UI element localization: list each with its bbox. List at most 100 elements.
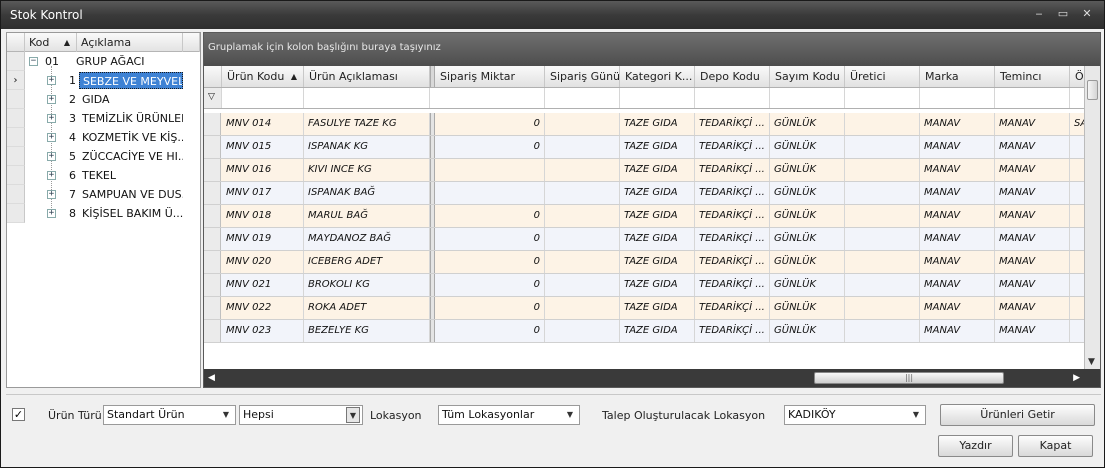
expand-icon[interactable]: + bbox=[47, 95, 56, 104]
cell-day[interactable] bbox=[545, 251, 620, 273]
group-by-panel[interactable]: Gruplamak için kolon başlığını buraya ta… bbox=[204, 33, 1100, 66]
cell-extra[interactable] bbox=[1070, 182, 1084, 204]
cell-marka[interactable]: MANAV bbox=[920, 113, 995, 135]
cell-qty[interactable]: 0 bbox=[435, 113, 545, 135]
cell-extra[interactable] bbox=[1070, 159, 1084, 181]
cell-code[interactable]: MNV 015 bbox=[222, 136, 304, 158]
cell-desc[interactable]: ICEBERG ADET bbox=[304, 251, 430, 273]
row-indicator[interactable] bbox=[204, 297, 221, 319]
grid-column-header-cell[interactable]: Sipariş Miktar bbox=[435, 66, 545, 87]
cell-desc[interactable]: BEZELYE KG bbox=[304, 320, 430, 342]
cell-marka[interactable]: MANAV bbox=[920, 251, 995, 273]
table-row[interactable]: MNV 016 KIVI INCE KG TAZE GIDA TEDARİKÇİ ..… bbox=[204, 159, 1084, 182]
grid-column-header-cell[interactable]: Marka bbox=[920, 66, 995, 87]
cell-extra[interactable] bbox=[1070, 274, 1084, 296]
filter-cell[interactable] bbox=[695, 88, 770, 108]
horizontal-scroll-thumb[interactable]: ||| bbox=[814, 372, 1004, 384]
filter-cell[interactable] bbox=[995, 88, 1070, 108]
cell-extra[interactable] bbox=[1070, 205, 1084, 227]
grid-vertical-scrollbar[interactable]: ▼ bbox=[1084, 66, 1100, 369]
cell-depo[interactable]: TEDARİKÇİ ... bbox=[695, 251, 770, 273]
cell-code[interactable]: MNV 023 bbox=[222, 320, 304, 342]
maximize-icon[interactable]: ▭ bbox=[1054, 6, 1072, 22]
cell-cat[interactable]: TAZE GIDA bbox=[620, 159, 695, 181]
chevron-down-icon[interactable]: ▼ bbox=[909, 407, 923, 423]
cell-day[interactable] bbox=[545, 228, 620, 250]
cell-day[interactable] bbox=[545, 136, 620, 158]
row-indicator[interactable] bbox=[204, 182, 221, 204]
cell-extra[interactable] bbox=[1070, 251, 1084, 273]
cell-depo[interactable]: TEDARİKÇİ ... bbox=[695, 159, 770, 181]
tree-item[interactable]: +5 ZÜCCACİYE VE HI... bbox=[7, 147, 200, 166]
urunleri-getir-button[interactable]: Ürünleri Getir bbox=[940, 404, 1095, 426]
grid-column-header-cell[interactable]: Üretici bbox=[845, 66, 920, 87]
cell-desc[interactable]: ISPANAK BAĞ bbox=[304, 182, 430, 204]
group-tree[interactable]: Kod ▲ Açıklama − 01 GRUP AĞACI › +1 SEBZE … bbox=[6, 32, 201, 388]
grid-column-header-cell[interactable]: Temincı bbox=[995, 66, 1070, 87]
cell-marka[interactable]: MANAV bbox=[920, 274, 995, 296]
cell-code[interactable]: MNV 021 bbox=[222, 274, 304, 296]
grid-column-header-cell[interactable]: Kategori K... bbox=[620, 66, 695, 87]
table-row[interactable]: MNV 019 MAYDANOZ BAĞ 0 TAZE GIDA TEDARİKÇİ .… bbox=[204, 228, 1084, 251]
filter-cell[interactable] bbox=[620, 88, 695, 108]
grid-column-header-cell[interactable]: Ö bbox=[1070, 66, 1084, 87]
cell-marka[interactable]: MANAV bbox=[920, 205, 995, 227]
close-button[interactable]: Kapat bbox=[1018, 435, 1093, 457]
cell-depo[interactable]: TEDARİKÇİ ... bbox=[695, 297, 770, 319]
cell-sayim[interactable]: GÜNLÜK bbox=[770, 159, 845, 181]
cell-cat[interactable]: TAZE GIDA bbox=[620, 136, 695, 158]
tree-header-desc[interactable]: Açıklama bbox=[77, 33, 183, 52]
filter-cell[interactable] bbox=[222, 88, 304, 108]
cell-qty[interactable]: 0 bbox=[435, 205, 545, 227]
minimize-icon[interactable]: ‒ bbox=[1030, 6, 1048, 22]
cell-uretici[interactable] bbox=[845, 205, 920, 227]
chevron-down-icon[interactable]: ▼ bbox=[563, 407, 577, 423]
cell-qty[interactable]: 0 bbox=[435, 251, 545, 273]
cell-day[interactable] bbox=[545, 182, 620, 204]
cell-marka[interactable]: MANAV bbox=[920, 159, 995, 181]
cell-temin[interactable]: MANAV bbox=[995, 251, 1070, 273]
lokasyon-select[interactable]: Tüm Lokasyonlar ▼ bbox=[438, 405, 580, 425]
cell-uretici[interactable] bbox=[845, 182, 920, 204]
cell-cat[interactable]: TAZE GIDA bbox=[620, 320, 695, 342]
column-splitter[interactable] bbox=[430, 66, 435, 87]
cell-sayim[interactable]: GÜNLÜK bbox=[770, 320, 845, 342]
cell-temin[interactable]: MANAV bbox=[995, 113, 1070, 135]
table-row[interactable]: MNV 021 BROKOLI KG 0 TAZE GIDA TEDARİKÇİ ...… bbox=[204, 274, 1084, 297]
cell-uretici[interactable] bbox=[845, 113, 920, 135]
expand-icon[interactable]: + bbox=[47, 190, 56, 199]
cell-code[interactable]: MNV 020 bbox=[222, 251, 304, 273]
cell-qty[interactable] bbox=[435, 182, 545, 204]
print-button[interactable]: Yazdır bbox=[938, 435, 1013, 457]
cell-sayim[interactable]: GÜNLÜK bbox=[770, 136, 845, 158]
cell-code[interactable]: MNV 014 bbox=[222, 113, 304, 135]
collapse-icon[interactable]: − bbox=[29, 57, 38, 66]
grid-filter-row[interactable]: ▽ bbox=[204, 88, 1084, 109]
scroll-down-icon[interactable]: ▼ bbox=[1088, 357, 1095, 367]
cell-temin[interactable]: MANAV bbox=[995, 159, 1070, 181]
chevron-down-icon[interactable]: ▼ bbox=[219, 407, 233, 423]
cell-marka[interactable]: MANAV bbox=[920, 182, 995, 204]
filter-cell[interactable] bbox=[920, 88, 995, 108]
scroll-left-icon[interactable]: ◀ bbox=[208, 373, 215, 383]
cell-qty[interactable]: 0 bbox=[435, 228, 545, 250]
cell-sayim[interactable]: GÜNLÜK bbox=[770, 251, 845, 273]
cell-desc[interactable]: ROKA ADET bbox=[304, 297, 430, 319]
cell-marka[interactable]: MANAV bbox=[920, 228, 995, 250]
table-row[interactable]: MNV 014 FASULYE TAZE KG 0 TAZE GIDA TEDARİKÇ… bbox=[204, 113, 1084, 136]
cell-desc[interactable]: ISPANAK KG bbox=[304, 136, 430, 158]
cell-day[interactable] bbox=[545, 320, 620, 342]
table-row[interactable]: MNV 022 ROKA ADET 0 TAZE GIDA TEDARİKÇİ ... G… bbox=[204, 297, 1084, 320]
cell-cat[interactable]: TAZE GIDA bbox=[620, 205, 695, 227]
cell-day[interactable] bbox=[545, 113, 620, 135]
cell-temin[interactable]: MANAV bbox=[995, 320, 1070, 342]
cell-extra[interactable] bbox=[1070, 136, 1084, 158]
hepsi-select[interactable]: Hepsi ▼ bbox=[239, 405, 363, 425]
cell-sayim[interactable]: GÜNLÜK bbox=[770, 228, 845, 250]
cell-sayim[interactable]: GÜNLÜK bbox=[770, 274, 845, 296]
cell-sayim[interactable]: GÜNLÜK bbox=[770, 205, 845, 227]
tree-item[interactable]: › +1SEBZE VE MEYVELER bbox=[7, 71, 200, 90]
cell-uretici[interactable] bbox=[845, 297, 920, 319]
grid-column-header-cell[interactable]: Sipariş Günü bbox=[545, 66, 620, 87]
tree-row-root[interactable]: − 01 GRUP AĞACI bbox=[7, 52, 200, 71]
